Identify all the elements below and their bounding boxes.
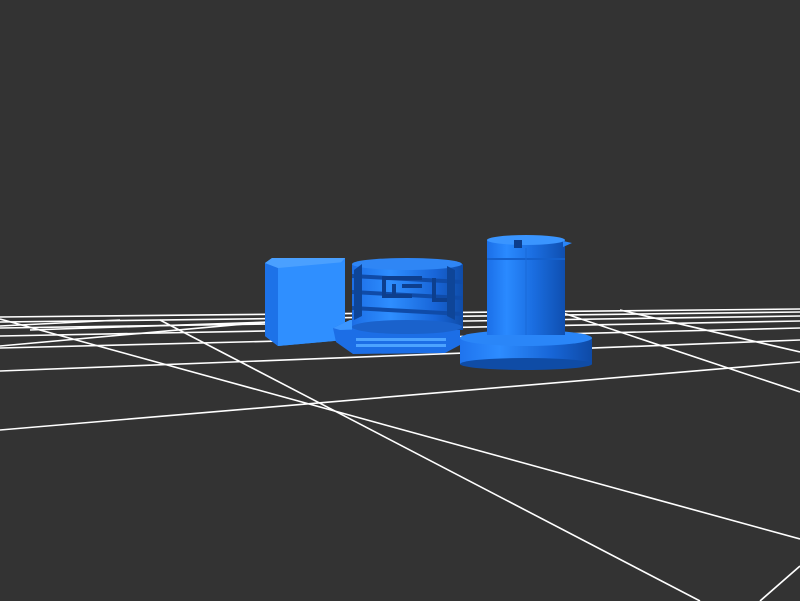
flanged-pin-part[interactable]	[460, 235, 592, 370]
3d-viewport[interactable]	[0, 0, 800, 601]
square-box-part[interactable]	[265, 258, 345, 346]
scene-canvas[interactable]	[0, 0, 800, 601]
threaded-cap-part[interactable]	[333, 258, 463, 354]
